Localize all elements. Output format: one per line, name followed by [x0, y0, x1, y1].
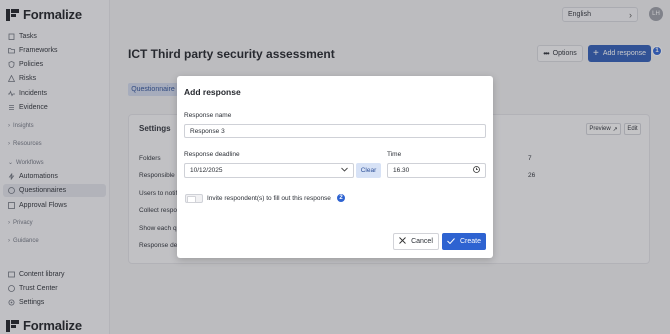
response-deadline-label: Response deadline	[184, 151, 240, 158]
time-value: 16.30	[393, 167, 410, 174]
deadline-value: 10/12/2025	[190, 167, 223, 174]
time-label: Time	[387, 151, 402, 158]
response-deadline-input[interactable]: 10/12/2025	[184, 163, 354, 178]
create-button[interactable]: Create	[442, 233, 486, 250]
add-response-dialog: Add response Response name Response 3 Re…	[177, 76, 493, 258]
step-badge-2: 2	[336, 193, 346, 203]
response-name-value: Response 3	[190, 127, 225, 135]
close-icon	[399, 237, 406, 246]
response-name-input[interactable]: Response 3	[184, 124, 486, 138]
invite-toggle[interactable]	[185, 194, 203, 203]
create-label: Create	[459, 238, 481, 245]
invite-label: Invite respondent(s) to fill out this re…	[207, 195, 331, 202]
time-input[interactable]: 16.30	[387, 163, 486, 178]
response-name-label: Response name	[184, 112, 232, 119]
clear-button[interactable]: Clear	[356, 163, 381, 178]
dialog-title: Add response	[184, 87, 241, 97]
clock-icon[interactable]	[473, 166, 480, 175]
cancel-label: Cancel	[411, 238, 433, 245]
check-icon	[447, 237, 455, 246]
chevron-down-icon	[341, 167, 348, 174]
cancel-button[interactable]: Cancel	[393, 233, 439, 250]
